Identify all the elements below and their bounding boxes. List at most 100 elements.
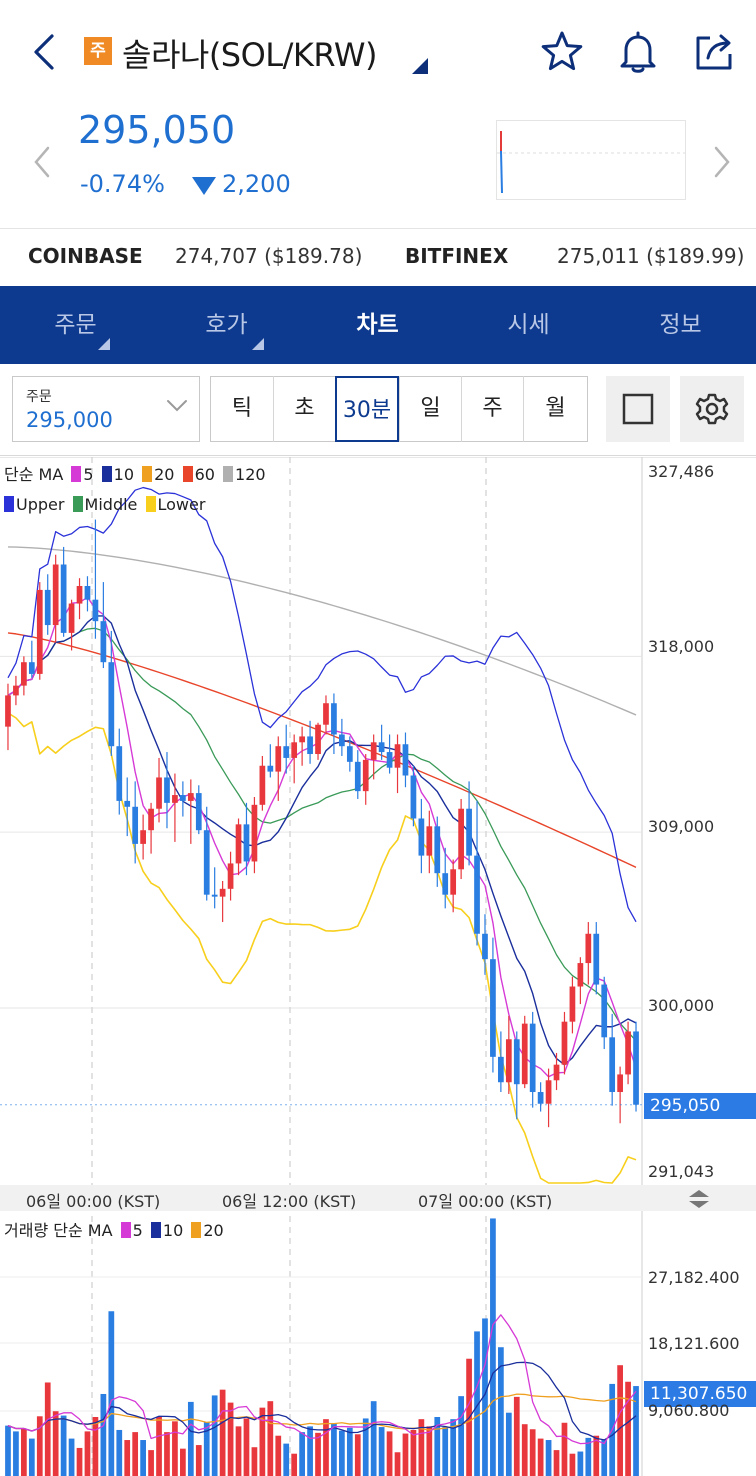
volume-bar <box>625 1381 631 1476</box>
volume-bar <box>354 1434 361 1476</box>
candle-body <box>346 746 353 762</box>
candle-body <box>52 564 59 626</box>
exchange-name: BITFINEX <box>405 244 509 268</box>
candle-body <box>60 564 67 633</box>
volume-bar <box>394 1452 401 1476</box>
volume-bar <box>577 1451 584 1476</box>
x-axis-label: 07일 00:00 (KST) <box>418 1192 553 1211</box>
price-chart[interactable]: 단순 MA 5 10 20 60 120 Upper Middle Lower … <box>0 457 756 1476</box>
volume-axis-label: 27,182.400 <box>648 1268 740 1287</box>
change-amount: 2,200 <box>222 170 291 198</box>
timeframe-day[interactable]: 일 <box>399 376 461 442</box>
candle-body <box>148 808 154 831</box>
tab-info[interactable]: 정보 <box>605 286 756 364</box>
volume-bar <box>386 1431 393 1476</box>
candle-body <box>561 1021 568 1065</box>
candle-body <box>108 662 115 747</box>
candle-body <box>187 793 194 801</box>
candle-body <box>132 806 139 844</box>
volume-bar <box>307 1426 313 1476</box>
prev-coin-icon[interactable] <box>28 140 58 184</box>
candle-body <box>418 818 425 856</box>
candle-body <box>513 1039 520 1085</box>
volume-bar <box>323 1419 329 1476</box>
volume-bar <box>339 1430 345 1476</box>
tab-order[interactable]: 주문 <box>0 286 151 364</box>
volume-bar <box>235 1426 242 1476</box>
volume-bar <box>633 1386 639 1476</box>
resize-handle-icon[interactable] <box>686 1188 712 1210</box>
volume-bar <box>442 1427 449 1476</box>
candle-body <box>84 585 91 600</box>
candle-body <box>553 1064 560 1081</box>
volume-bar <box>410 1429 417 1476</box>
star-icon[interactable] <box>538 28 586 76</box>
vol-ma5-swatch <box>120 1222 131 1238</box>
page-title[interactable]: 솔라나(SOL/KRW) <box>122 30 377 76</box>
timeframe-second[interactable]: 초 <box>273 376 335 442</box>
candle-body <box>172 795 178 803</box>
candle-body <box>617 1074 623 1093</box>
volume-bar <box>140 1440 146 1476</box>
volume-bar <box>561 1422 568 1476</box>
candle-body <box>394 744 401 768</box>
candle-body <box>299 736 305 743</box>
candle-body <box>593 933 600 985</box>
candle-body <box>283 746 290 758</box>
candle-body <box>267 765 274 772</box>
tab-orderbook[interactable]: 호가 <box>151 286 302 364</box>
volume-bar <box>84 1431 91 1476</box>
vol-ma5-label: 5 <box>132 1221 143 1240</box>
bb-middle-swatch <box>72 496 83 512</box>
candle-body <box>505 1039 512 1083</box>
next-coin-icon[interactable] <box>706 140 736 184</box>
volume-bar <box>259 1407 266 1476</box>
candle-body <box>44 589 51 626</box>
candle-body <box>577 963 584 987</box>
chevron-down-icon[interactable] <box>166 398 188 412</box>
settings-gear-icon[interactable] <box>680 376 744 442</box>
candle-body <box>498 1056 504 1083</box>
candle-body <box>354 761 361 792</box>
vol-ma10-label: 10 <box>162 1221 184 1240</box>
timeframe-month[interactable]: 월 <box>523 376 587 442</box>
share-icon[interactable] <box>690 28 738 76</box>
bb-upper-line <box>7 486 637 923</box>
vol-ma10-swatch <box>150 1222 161 1238</box>
candle-body <box>458 808 464 870</box>
volume-bar <box>569 1453 576 1476</box>
candle-body <box>36 589 43 674</box>
timeframe-week[interactable]: 주 <box>461 376 523 442</box>
candle-body <box>378 742 385 753</box>
x-axis-label: 06일 00:00 (KST) <box>26 1192 161 1211</box>
candle-body <box>92 599 99 622</box>
candle-body <box>243 824 250 862</box>
candle-body <box>434 826 441 874</box>
timeframe-tick[interactable]: 틱 <box>211 376 273 442</box>
title-dropdown-icon[interactable] <box>412 58 428 74</box>
ma20-swatch <box>142 466 153 482</box>
y-axis-label: 300,000 <box>648 996 715 1015</box>
tab-chart[interactable]: 차트 <box>302 286 453 364</box>
timeframe-30min[interactable]: 30분 <box>335 376 399 442</box>
candle-body <box>633 1031 639 1105</box>
volume-bar <box>60 1415 67 1476</box>
exchange-name: COINBASE <box>28 244 143 268</box>
bell-icon[interactable] <box>614 28 662 76</box>
chart-type-button[interactable] <box>606 376 670 442</box>
candle-body <box>386 752 393 768</box>
volume-bar <box>267 1401 274 1476</box>
volume-bar <box>331 1423 337 1476</box>
tab-quotes[interactable]: 시세 <box>453 286 604 364</box>
volume-bar <box>28 1438 35 1476</box>
chart-canvas[interactable] <box>0 457 756 1476</box>
candle-body <box>140 830 146 844</box>
current-price: 295,050 <box>78 108 236 152</box>
ma10-label: 10 <box>113 465 135 484</box>
volume-bar <box>76 1447 83 1476</box>
back-chevron-icon[interactable] <box>26 30 66 74</box>
volume-bar <box>291 1453 298 1476</box>
bb-upper-swatch <box>4 496 14 512</box>
candle-body <box>370 742 377 760</box>
candle-body <box>521 1023 528 1085</box>
